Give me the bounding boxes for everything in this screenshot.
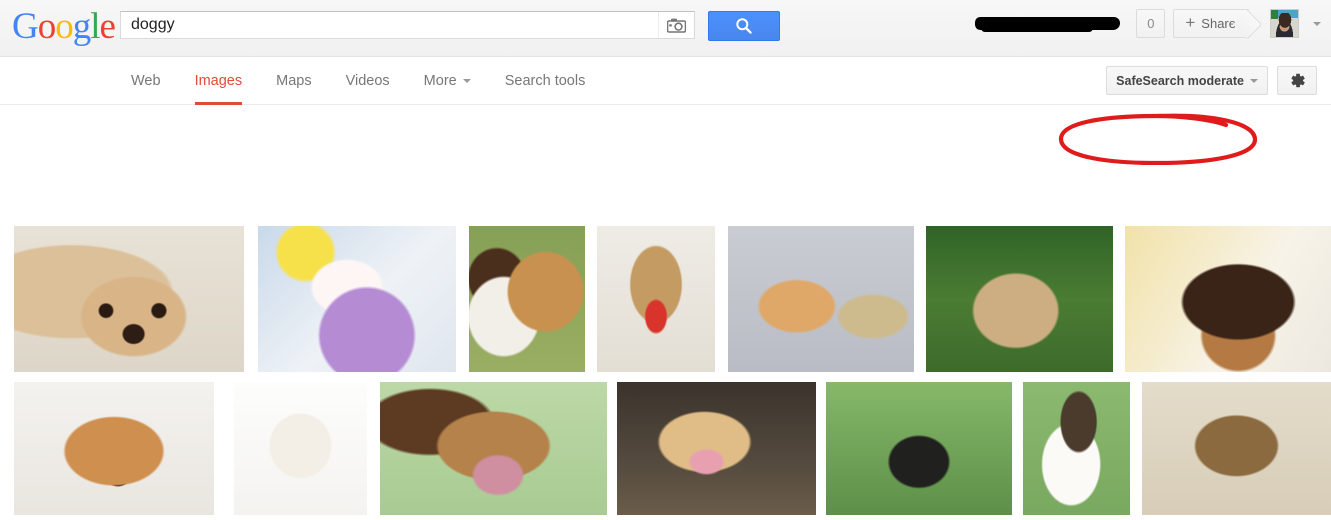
logo-letter-e: e [99, 6, 116, 47]
share-button[interactable]: + Share [1173, 9, 1250, 38]
image-result-thumbnail[interactable] [380, 382, 607, 515]
nav-right-controls: SafeSearch moderate [1106, 66, 1317, 95]
image-result-thumbnail[interactable] [14, 382, 214, 515]
logo-letter-g2: g [72, 6, 91, 47]
tab-label: Web [131, 73, 161, 89]
image-result-thumbnail[interactable] [617, 382, 816, 515]
tab-label: Maps [276, 73, 312, 89]
chevron-down-icon[interactable] [1313, 21, 1321, 26]
image-result-thumbnail[interactable] [14, 226, 244, 372]
search-button[interactable] [708, 11, 780, 41]
image-result-thumbnail[interactable] [926, 226, 1113, 372]
image-result-thumbnail[interactable] [258, 226, 456, 372]
tab-videos[interactable]: Videos [329, 58, 407, 105]
logo-letter-l: l [90, 6, 100, 47]
redacted-email-text [975, 17, 1121, 32]
image-result-thumbnail[interactable] [728, 226, 914, 372]
logo-letter-g1: G [12, 6, 39, 47]
search-form [120, 11, 695, 39]
search-nav-bar: Web Images Maps Videos More Search tools… [0, 57, 1331, 165]
plus-icon: + [1185, 13, 1196, 32]
tab-images[interactable]: Images [178, 58, 260, 105]
avatar[interactable] [1270, 9, 1299, 38]
page-header: Google 0 + Share [0, 0, 1331, 57]
tab-label: Videos [345, 73, 390, 89]
google-logo[interactable]: Google [12, 6, 116, 47]
chevron-down-icon [1250, 78, 1258, 83]
image-result-thumbnail[interactable] [1125, 226, 1331, 372]
settings-button[interactable] [1277, 66, 1317, 95]
nav-tabs: Web Images Maps Videos More Search tools [131, 57, 602, 105]
annotation-ellipse [1058, 113, 1258, 165]
notifications-count: 0 [1147, 16, 1155, 31]
notifications-button[interactable]: 0 [1136, 9, 1166, 38]
tab-label: Search tools [504, 73, 586, 89]
share-label: Share [1201, 16, 1236, 31]
tab-web[interactable]: Web [131, 58, 178, 105]
logo-letter-o2: o [55, 6, 73, 47]
camera-icon[interactable] [658, 12, 694, 38]
search-input[interactable] [121, 13, 658, 37]
tab-search-tools[interactable]: Search tools [488, 58, 603, 105]
gear-icon [1290, 73, 1305, 88]
tab-label: Images [194, 73, 243, 89]
logo-letter-o1: o [37, 6, 56, 47]
tab-maps[interactable]: Maps [259, 58, 328, 105]
image-result-thumbnail[interactable] [826, 382, 1012, 515]
image-result-thumbnail[interactable] [597, 226, 715, 372]
account-area: 0 + Share [975, 9, 1321, 38]
tab-more[interactable]: More [407, 58, 488, 105]
image-result-thumbnail[interactable] [469, 226, 585, 372]
image-result-thumbnail[interactable] [234, 382, 367, 515]
search-icon [736, 18, 752, 34]
safesearch-button[interactable]: SafeSearch moderate [1106, 66, 1268, 95]
chevron-down-icon [462, 79, 471, 83]
tab-label: More [423, 73, 457, 89]
image-result-thumbnail[interactable] [1142, 382, 1331, 515]
safesearch-label: SafeSearch moderate [1116, 73, 1244, 88]
image-result-thumbnail[interactable] [1023, 382, 1130, 515]
